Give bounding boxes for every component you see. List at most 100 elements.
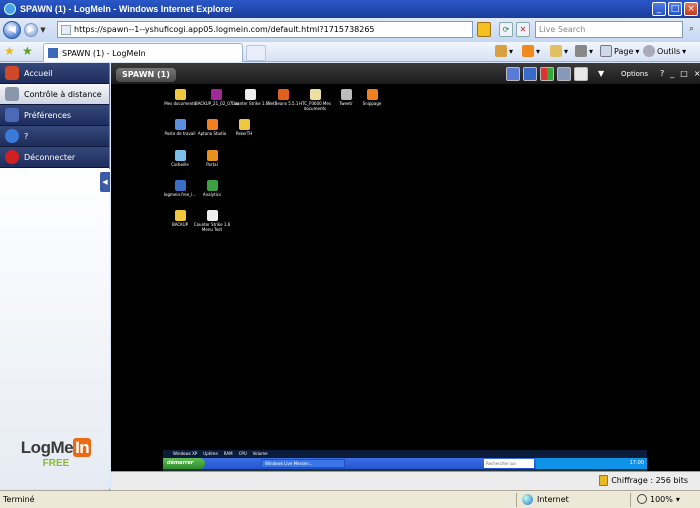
security-lock-icon[interactable] xyxy=(477,22,491,37)
desktop-icon-label: Counter Strike 1.6 Menu Test xyxy=(193,222,231,232)
taskbar-search-input[interactable]: Rechercher sur l'ordinateur xyxy=(484,459,534,475)
remote-desktop[interactable]: Mes documents BACKUP_21_02_07.rar Counte… xyxy=(111,86,700,450)
tools-menu-label: Outils xyxy=(657,46,681,56)
tab-active[interactable]: SPAWN (1) - LogMeIn xyxy=(43,43,243,62)
help-icon xyxy=(5,129,19,143)
print-button[interactable]: ▾ xyxy=(575,45,593,57)
remote-toolbar: SPAWN (1) ▼ Options ? _ □ × xyxy=(111,63,700,85)
info-volume: Volume xyxy=(252,451,268,456)
sidebar-item-home[interactable]: Accueil xyxy=(0,63,109,84)
sidebar-item-label: Accueil xyxy=(24,68,53,78)
status-divider xyxy=(630,493,631,507)
color-quality-icon[interactable] xyxy=(540,67,554,81)
desktop-icon[interactable]: Analytics xyxy=(191,180,233,197)
remote-help-button[interactable]: ? xyxy=(660,69,664,78)
remote-control-icon xyxy=(5,87,19,101)
sidebar-item-remote-control[interactable]: Contrôle à distance xyxy=(0,84,109,105)
tab-label: SPAWN (1) - LogMeIn xyxy=(62,48,146,58)
info-uptime: Uptime xyxy=(203,451,218,456)
browser-window: SPAWN (1) - LogMeIn - Windows Internet E… xyxy=(0,0,700,508)
maximize-icon[interactable]: □ xyxy=(668,2,682,16)
minimize-icon[interactable]: _ xyxy=(652,2,666,16)
sidebar-item-preferences[interactable]: Préférences xyxy=(0,105,109,126)
status-text: Terminé xyxy=(3,495,35,504)
sidebar-item-help[interactable]: ? xyxy=(0,126,109,147)
zoom-control[interactable]: 100% ▾ xyxy=(637,494,680,504)
desktop-icon[interactable]: PokerTH xyxy=(223,119,265,136)
remote-minimize-icon[interactable]: _ xyxy=(670,69,674,78)
collapse-sidebar-button[interactable]: ◀ xyxy=(100,172,110,192)
network-icon[interactable] xyxy=(557,67,571,81)
encryption-label: Chiffrage : 256 bits xyxy=(611,476,688,485)
mail-button[interactable]: ▾ xyxy=(550,45,568,57)
home-icon xyxy=(495,45,507,57)
address-url[interactable]: https://spawn--1--yshuficogi.app05.logme… xyxy=(74,25,375,34)
system-tray: 17:00 xyxy=(536,458,647,469)
toolbar-dropdown-icon[interactable]: ▼ xyxy=(598,69,604,78)
desktop-icon-label: Analytics xyxy=(202,192,222,197)
page-menu[interactable]: Page ▾ xyxy=(600,45,639,57)
home-icon xyxy=(5,66,19,80)
desktop-icon-label: Corbeille xyxy=(171,162,189,167)
disconnect-icon xyxy=(5,150,19,164)
feeds-button[interactable]: ▾ xyxy=(522,45,540,57)
sidebar-item-label: Contrôle à distance xyxy=(24,89,102,99)
desktop-icon[interactable]: Counter Strike 1.6 Menu Test xyxy=(191,210,233,232)
new-tab-button[interactable] xyxy=(246,45,266,61)
remote-maximize-icon[interactable]: □ xyxy=(680,69,688,78)
page-menu-label: Page xyxy=(614,46,634,56)
add-favorite-icon[interactable]: ★ xyxy=(22,44,33,58)
zoom-dropdown-icon[interactable]: ▾ xyxy=(676,495,680,504)
zoom-icon xyxy=(637,494,647,504)
print-icon xyxy=(575,45,587,57)
info-ram: RAM xyxy=(223,451,233,456)
clipboard-icon[interactable] xyxy=(574,67,588,81)
desktop-icon-label: BACKUP xyxy=(171,222,189,227)
address-bar[interactable]: https://spawn--1--yshuficogi.app05.logme… xyxy=(57,21,473,38)
forward-button[interactable]: ▶ xyxy=(24,23,38,37)
browser-status-bar: Terminé Internet 100% ▾ xyxy=(0,490,700,508)
remote-taskbar: Windows XP Uptime RAM CPU Volume démarre… xyxy=(163,450,647,475)
system-info-bar: Windows XP Uptime RAM CPU Volume xyxy=(163,450,647,458)
monitor-icon[interactable] xyxy=(506,67,520,81)
stop-button[interactable]: ✕ xyxy=(516,22,530,37)
zone-label: Internet xyxy=(537,495,569,504)
zoom-level: 100% xyxy=(650,494,673,504)
home-button[interactable]: ▾ xyxy=(495,45,513,57)
remote-status-bar: Chiffrage : 256 bits xyxy=(111,471,700,490)
desktop-icon[interactable]: Portal xyxy=(191,150,233,167)
logo-in-badge: In xyxy=(73,438,92,457)
remote-window-controls: ? _ □ × xyxy=(660,69,700,78)
refresh-button[interactable]: ⟳ xyxy=(499,22,513,37)
title-bar[interactable]: SPAWN (1) - LogMeIn - Windows Internet E… xyxy=(0,0,700,18)
taskbar-item-messenger[interactable]: Windows Live Messen... xyxy=(261,459,345,468)
history-dropdown-icon[interactable]: ▼ xyxy=(38,26,48,34)
remote-host-tab[interactable]: SPAWN (1) xyxy=(116,68,176,82)
logo-subtitle: FREE xyxy=(42,458,70,469)
start-button[interactable]: démarrer xyxy=(163,458,205,469)
remote-close-icon[interactable]: × xyxy=(694,69,700,78)
back-button[interactable]: ◀ xyxy=(3,21,21,39)
remote-control-panel: SPAWN (1) ▼ Options ? _ □ × Mes document… xyxy=(111,63,700,490)
search-icon[interactable]: ⌕ xyxy=(685,22,698,37)
padlock-icon xyxy=(599,475,609,486)
tools-menu[interactable]: Outils ▾ xyxy=(643,45,686,57)
logmein-logo: LogMe In FREE xyxy=(20,438,92,469)
globe-icon xyxy=(522,494,533,505)
close-icon[interactable]: × xyxy=(684,2,698,16)
desktop-icon[interactable]: Snippage xyxy=(351,89,393,106)
options-button[interactable]: Options xyxy=(621,70,648,78)
security-zone[interactable]: Internet xyxy=(522,494,569,505)
search-input[interactable]: Live Search xyxy=(535,21,683,38)
desktop-icon-label: Portal xyxy=(206,162,218,167)
screen-icon[interactable] xyxy=(523,67,537,81)
page-icon xyxy=(600,45,612,57)
sidebar-item-disconnect[interactable]: Déconnecter xyxy=(0,147,109,168)
remote-toolbar-icons xyxy=(506,67,588,81)
encryption-status: Chiffrage : 256 bits xyxy=(599,475,688,486)
favorites-star-icon[interactable]: ★ xyxy=(4,44,15,58)
logmein-sidebar: Accueil Contrôle à distance Préférences … xyxy=(0,63,110,490)
window-title: SPAWN (1) - LogMeIn - Windows Internet E… xyxy=(20,4,233,14)
info-cpu: CPU xyxy=(238,451,247,456)
windows-taskbar: démarrer Windows Live Messen... Recherch… xyxy=(163,458,647,475)
